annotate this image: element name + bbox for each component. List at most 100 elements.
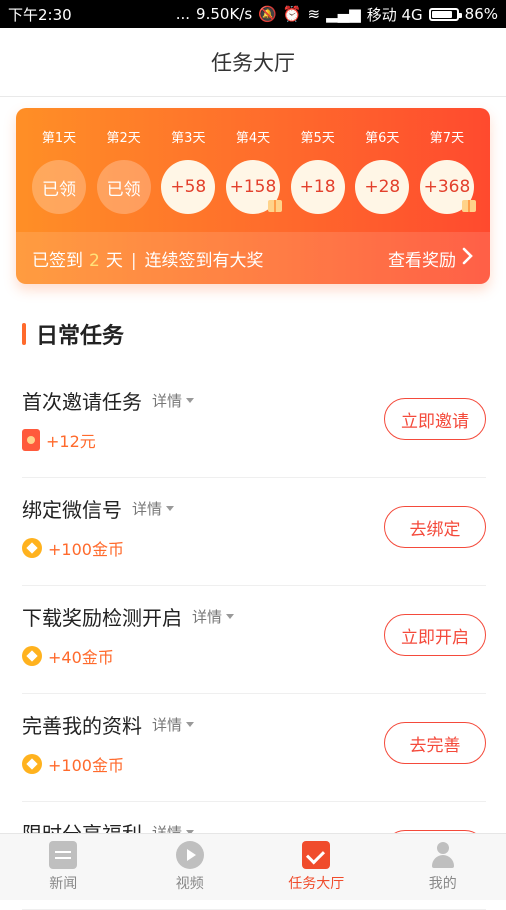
tab-label: 视频 [175, 876, 204, 892]
signin-day-4: 第4天 +158 [224, 130, 282, 214]
signin-day-value: +28 [364, 177, 401, 197]
signin-day-2: 第2天已领 [95, 130, 153, 214]
signin-day-6: 第6天 +28 [353, 130, 411, 214]
signin-day-3: 第3天 +58 [159, 130, 217, 214]
streak-days: 2 [89, 250, 100, 271]
signin-day-value: 已领 [106, 179, 141, 200]
daily-tasks-title: 日常任务 [36, 324, 125, 349]
task-reward: +100金币 [22, 752, 124, 776]
status-dots: ... [175, 5, 191, 23]
signin-day-label: 第3天 [171, 131, 206, 146]
signin-day-value: +368 [423, 177, 471, 197]
signin-day-badge[interactable]: +158 [225, 160, 282, 214]
view-reward-label: 查看奖励 [388, 250, 456, 271]
gift-icon [461, 200, 476, 212]
tab-label: 我的 [428, 876, 457, 892]
task-action-button[interactable]: 立即开启 [384, 614, 486, 656]
signin-card: 第1天 已领 第2天 已领 第3天 +58 第4天 +158 第5天 +18 第6天 +28 第7天 +3… [16, 108, 490, 284]
signin-day-badge[interactable]: 已领 [32, 160, 86, 214]
red-packet-icon [22, 429, 40, 451]
signin-days: 第1天 已领 第2天 已领 第3天 +58 第4天 +158 第5天 +18 第6天 +28 第7天 +3… [30, 130, 476, 214]
signin-day-label: 第7天 [429, 131, 465, 146]
task-detail-toggle[interactable]: 详情 [152, 390, 195, 411]
mute-icon: 🔕 [258, 5, 277, 23]
profile-icon [429, 841, 457, 869]
daily-tasks-heading: 日常任务 [22, 318, 124, 350]
signin-day-label: 第5天 [300, 131, 335, 146]
tab-news[interactable]: 新闻 [0, 841, 126, 893]
task-reward: +12元 [22, 428, 96, 452]
caret-down-icon [226, 614, 235, 619]
chevron-right-icon [462, 247, 474, 270]
task-detail-label: 详情 [152, 392, 183, 410]
task-action-button[interactable]: 立即邀请 [384, 398, 486, 440]
signin-day-badge[interactable]: 已领 [96, 160, 151, 214]
task-row: 下载奖励检测开启 详情 +40金币 立即开启 [22, 586, 486, 694]
signin-day-badge[interactable]: +58 [161, 160, 216, 214]
signin-day-value: 已领 [42, 179, 76, 200]
tab-label: 任务大厅 [288, 876, 345, 892]
signin-day-1: 第1天已领 [30, 130, 88, 214]
task-detail-label: 详情 [152, 716, 183, 734]
signin-day-value: +18 [299, 177, 336, 197]
view-reward-link[interactable]: 查看奖励 [388, 246, 474, 271]
signin-streak: 已签到 2 天 | 连续签到有大奖 [32, 246, 264, 271]
caret-down-icon [166, 506, 175, 511]
task-row: 绑定微信号 详情 +100金币 去绑定 [22, 478, 486, 586]
tab-video[interactable]: 视频 [127, 841, 253, 893]
bottom-tab-bar: 新闻 视频 任务大厅 我的 [0, 833, 506, 900]
signal-icon: ▂▄▆ [326, 5, 361, 23]
task-icon [302, 841, 331, 869]
task-row: 首次邀请任务 详情 +12元 立即邀请 [22, 370, 486, 478]
task-detail-label: 详情 [192, 608, 223, 626]
tab-task[interactable]: 任务大厅 [253, 841, 379, 893]
battery-percent: 86% [464, 5, 498, 23]
caret-down-icon [186, 398, 195, 403]
status-time: 下午2:30 [8, 5, 72, 24]
task-name: 绑定微信号 [22, 498, 122, 522]
signin-day-badge[interactable]: +28 [355, 160, 410, 214]
status-bar: 下午2:30 ... 9.50K/s 🔕 ⏰ ≋ ▂▄▆ 移动 4G 86% [0, 0, 506, 28]
network-speed: 9.50K/s [196, 5, 253, 23]
signin-day-label: 第4天 [235, 131, 271, 146]
signin-day-value: +58 [170, 177, 207, 197]
coin-icon [22, 646, 42, 666]
tab-label: 新闻 [49, 876, 78, 892]
page-title: 任务大厅 [211, 51, 295, 75]
streak-tip: 连续签到有大奖 [144, 250, 264, 271]
streak-divider: | [130, 250, 137, 271]
gift-icon [267, 200, 282, 212]
task-detail-toggle[interactable]: 详情 [152, 714, 195, 735]
task-action-button[interactable]: 去完善 [384, 722, 486, 764]
coin-icon [22, 754, 42, 774]
task-reward-amount: +12元 [46, 432, 96, 451]
battery-icon [428, 7, 462, 21]
carrier-label: 移动 4G [366, 5, 423, 24]
heading-accent-bar [22, 323, 26, 345]
task-detail-toggle[interactable]: 详情 [192, 606, 235, 627]
task-reward: +40金币 [22, 644, 114, 668]
signin-day-label: 第2天 [106, 131, 141, 146]
task-reward-amount: +100金币 [48, 540, 124, 559]
task-reward-amount: +40金币 [48, 648, 114, 667]
signin-day-label: 第1天 [41, 131, 77, 146]
signin-footer: 已签到 2 天 | 连续签到有大奖 查看奖励 [16, 232, 490, 284]
task-name: 首次邀请任务 [22, 390, 142, 414]
video-icon [175, 841, 204, 869]
task-name: 下载奖励检测开启 [22, 606, 182, 630]
task-detail-toggle[interactable]: 详情 [132, 498, 175, 519]
tab-profile[interactable]: 我的 [380, 841, 506, 893]
signin-day-value: +158 [229, 177, 277, 197]
wifi-icon: ≋ [307, 5, 321, 23]
task-reward: +100金币 [22, 536, 124, 560]
signin-day-badge[interactable]: +18 [290, 160, 345, 214]
caret-down-icon [186, 722, 195, 727]
signin-day-label: 第6天 [365, 131, 400, 146]
task-row: 完善我的资料 详情 +100金币 去完善 [22, 694, 486, 802]
task-action-button[interactable]: 去绑定 [384, 506, 486, 548]
title-bar: 任务大厅 [0, 28, 506, 97]
streak-prefix: 已签到 [32, 250, 83, 271]
signin-day-badge[interactable]: +368 [419, 160, 476, 214]
streak-unit: 天 [105, 250, 123, 271]
signin-day-5: 第5天 +18 [289, 130, 347, 214]
